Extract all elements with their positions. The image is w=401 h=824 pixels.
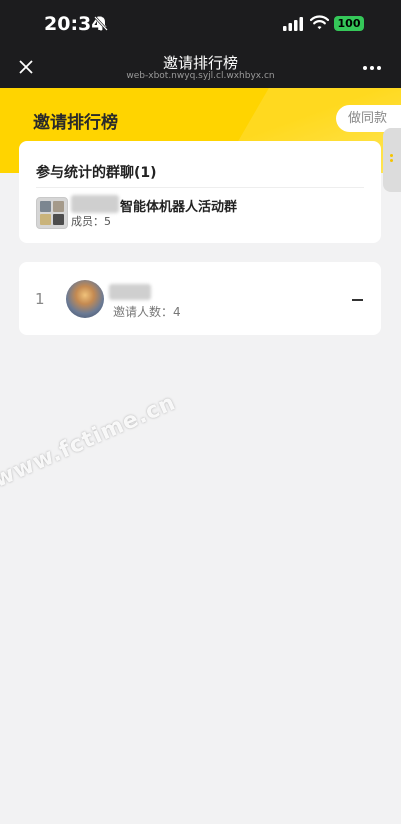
groups-card-title: 参与统计的群聊(1) — [36, 165, 157, 181]
group-avatar — [36, 197, 68, 229]
blurred-group-prefix — [71, 195, 119, 213]
user-avatar — [66, 280, 104, 318]
page-url: web-xbot.nwyq.syjl.cl.wxhbyx.cn — [126, 71, 275, 81]
invite-count: 邀请人数：4 — [113, 305, 181, 319]
divider — [36, 187, 364, 188]
banner-title: 邀请排行榜 — [33, 113, 118, 133]
battery-badge: 100 — [334, 16, 364, 31]
signal-icon — [283, 17, 303, 31]
trend-dash-icon — [352, 299, 363, 301]
wifi-icon — [310, 15, 329, 30]
nav-bar: 邀请排行榜 web-xbot.nwyq.syjl.cl.wxhbyx.cn — [0, 46, 401, 88]
status-bar: 20:34 100 — [0, 0, 401, 46]
bell-off-icon — [94, 16, 108, 31]
more-icon[interactable] — [362, 65, 382, 71]
blurred-user-name — [109, 284, 151, 300]
rank-number: 1 — [35, 290, 45, 308]
watermark: www.fctime.cn — [0, 390, 180, 493]
ranking-row[interactable]: 1 邀请人数：4 — [19, 262, 381, 335]
group-name[interactable]: 智能体机器人活动群 — [120, 196, 237, 215]
group-member-count: 成员：5 — [71, 215, 111, 228]
page-title: 邀请排行榜 — [162, 54, 238, 72]
groups-card: 参与统计的群聊(1) 智能体机器人活动群 成员：5 — [19, 141, 381, 243]
side-drawer-handle[interactable] — [383, 128, 401, 192]
